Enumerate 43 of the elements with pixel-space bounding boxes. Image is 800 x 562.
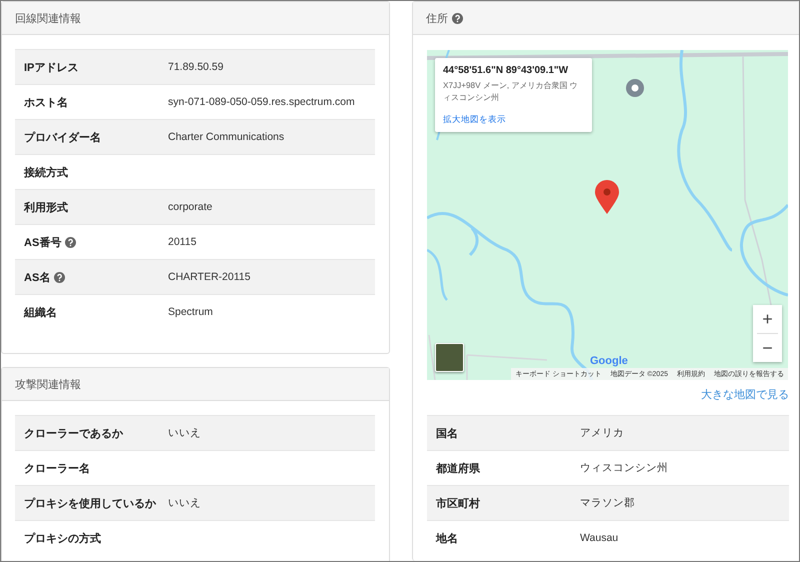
field-value: Charter Communications [168, 131, 284, 143]
map-logo: Google [590, 355, 628, 367]
field-label: 接続方式 [24, 166, 68, 180]
enlarge-map-link[interactable]: 拡大地図を表示 [443, 114, 584, 126]
help-icon [452, 12, 463, 24]
field-value: マラソン郡 [580, 496, 635, 510]
field-label: 地名 [436, 532, 458, 546]
field-label: プロキシの方式 [24, 532, 101, 546]
coordinates-text: 44°58'51.6"N 89°43'09.1"W [443, 65, 570, 76]
large-map-link[interactable]: 大きな地図で見る [701, 387, 789, 402]
field-value: アメリカ [580, 426, 624, 440]
field-value: CHARTER-20115 [168, 271, 250, 283]
field-label: 国名 [436, 426, 458, 440]
field-label: プロバイダー名 [24, 130, 101, 144]
field-label: 市区町村 [436, 496, 480, 510]
field-label: クローラーであるか [24, 426, 123, 440]
zoom-in-button[interactable]: + [753, 305, 782, 333]
field-label: AS番号 [24, 236, 62, 250]
field-value: Wausau [580, 532, 618, 544]
field-value: Spectrum [168, 306, 213, 318]
field-value: ウィスコンシン州 [580, 461, 668, 475]
field-value: 71.89.50.59 [168, 61, 224, 73]
field-label: プロキシを使用しているか [24, 496, 156, 510]
help-icon [65, 236, 76, 248]
field-label: クローラー名 [24, 462, 90, 476]
field-value: 20115 [168, 236, 196, 248]
field-label: IPアドレス [24, 60, 78, 74]
field-label: 組織名 [24, 306, 57, 320]
zoom-out-button[interactable]: − [753, 334, 782, 362]
panel-title: 回線関連情報 [15, 12, 81, 26]
panel-title: 住所 [426, 12, 448, 26]
field-label: AS名 [24, 270, 50, 284]
field-value: いいえ [168, 426, 201, 440]
field-value: いいえ [168, 496, 201, 510]
field-label: 都道府県 [436, 462, 480, 476]
address-text: X7JJ+98V メーン, アメリカ合衆国 ウィスコンシン州 [443, 80, 579, 104]
field-label: 利用形式 [24, 200, 68, 214]
help-icon [54, 272, 66, 282]
field-label: ホスト名 [24, 96, 68, 110]
field-value: syn-071-089-050-059.res.spectrum.com [168, 96, 355, 108]
satellite-toggle[interactable] [435, 343, 464, 372]
field-value: corporate [168, 201, 212, 213]
panel-title: 攻撃関連情報 [15, 378, 81, 392]
